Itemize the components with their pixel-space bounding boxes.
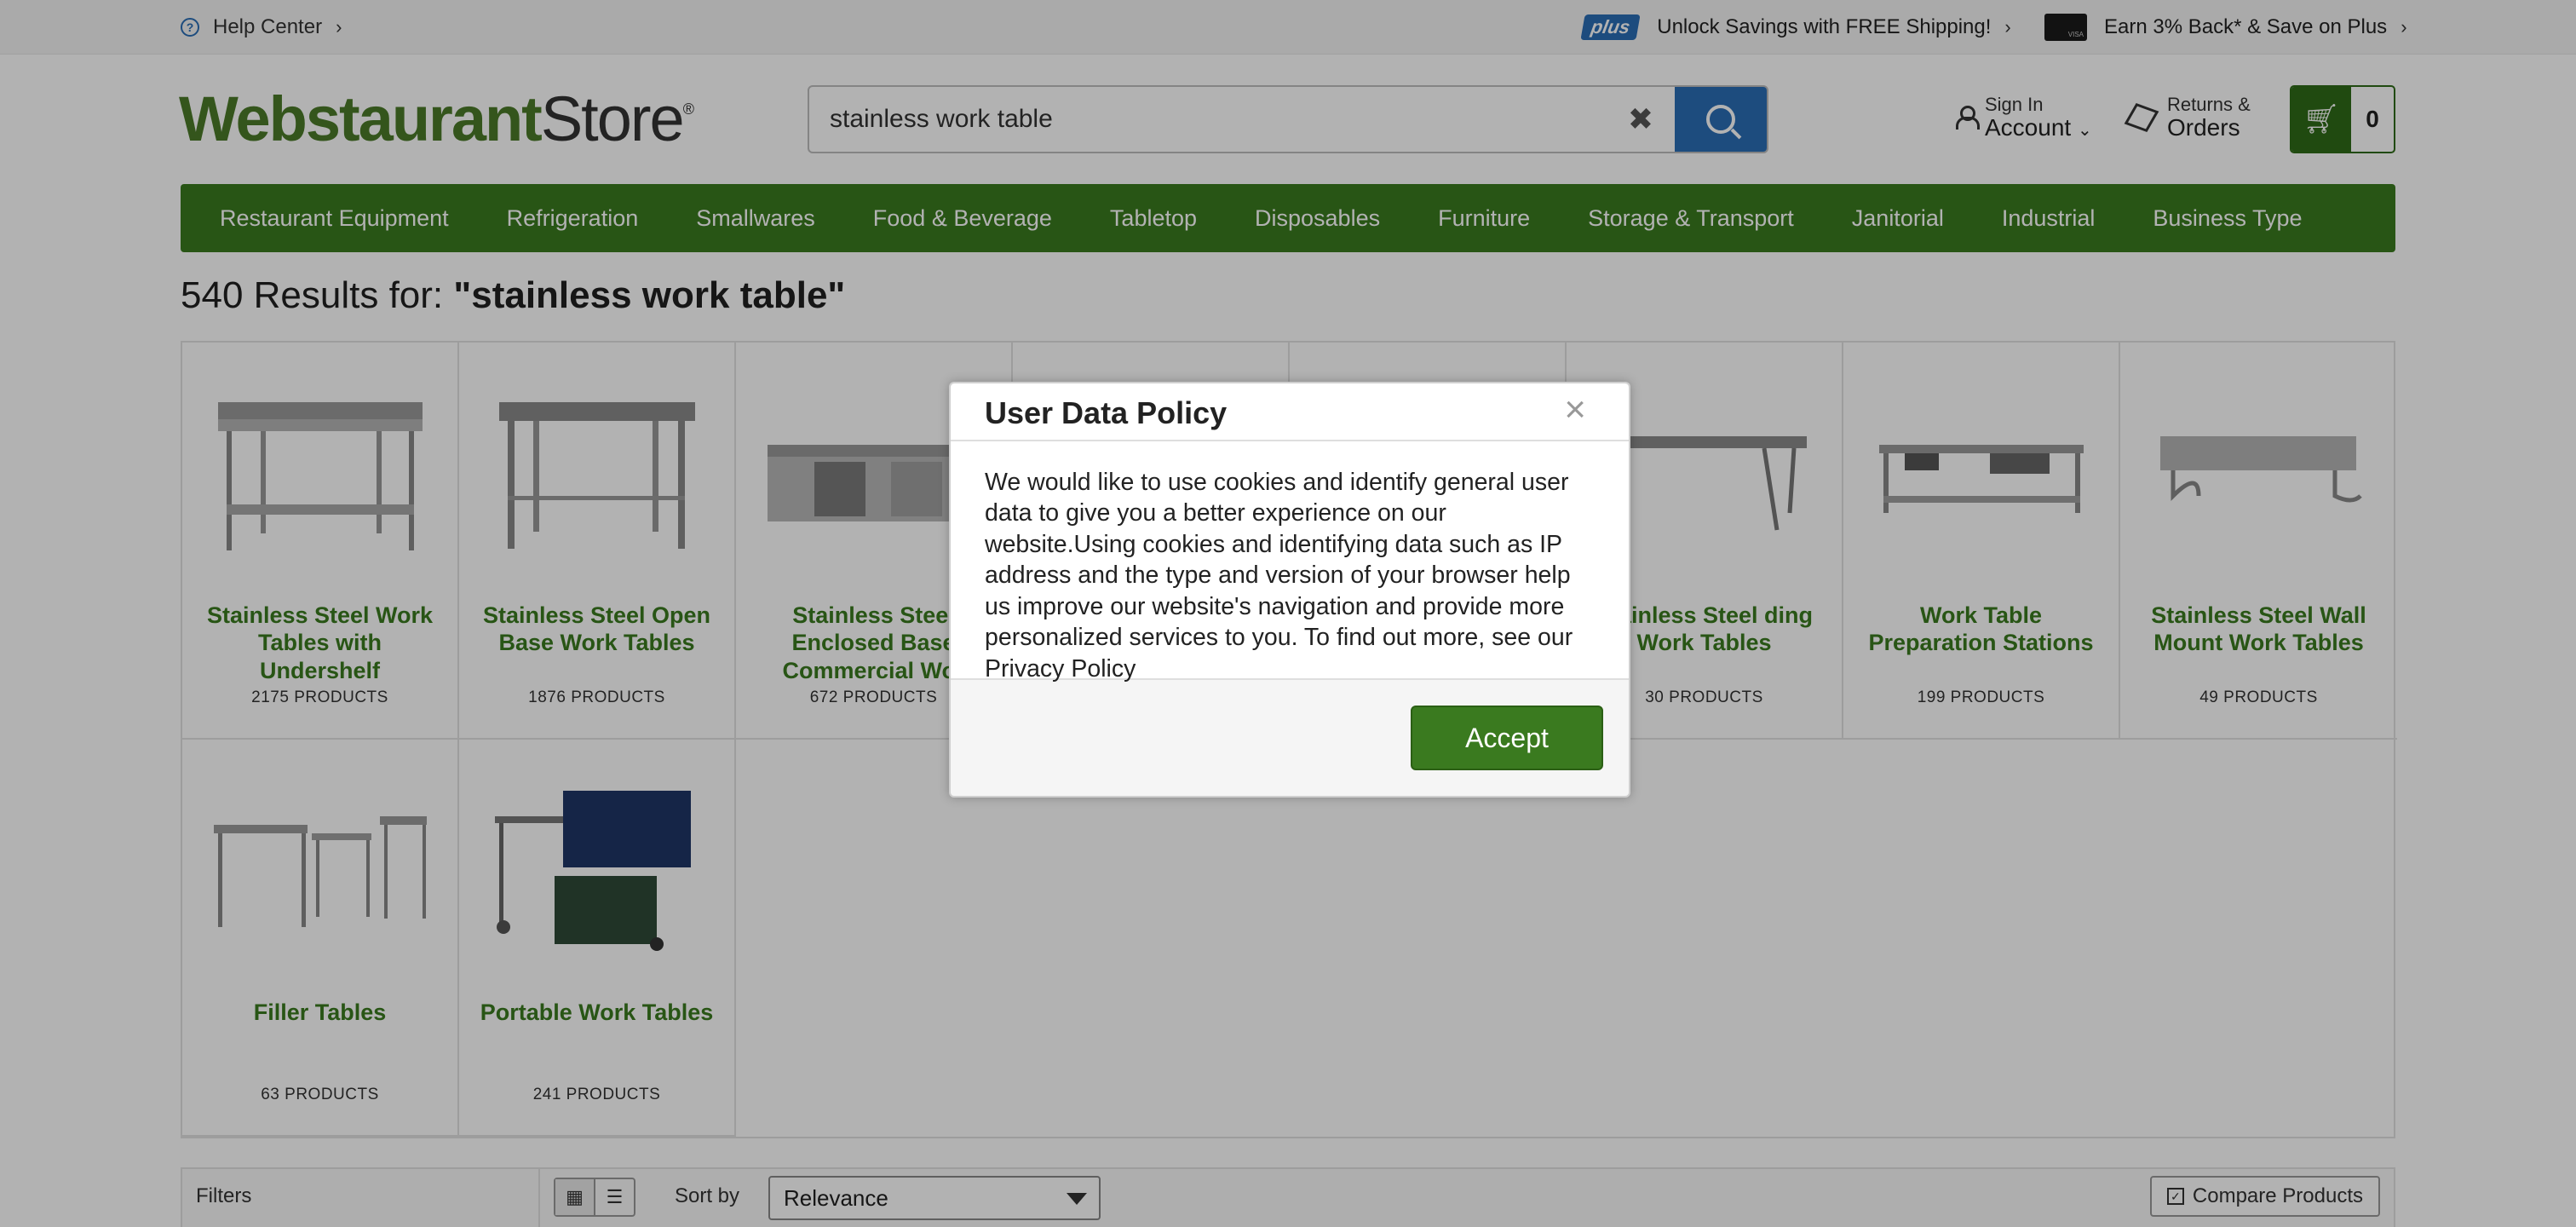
dialog-footer: Accept bbox=[951, 680, 1629, 794]
user-data-policy-dialog: User Data Policy × We would like to use … bbox=[949, 382, 1630, 798]
accept-button[interactable]: Accept bbox=[1411, 706, 1603, 770]
dialog-title: User Data Policy bbox=[985, 395, 1228, 430]
close-icon[interactable]: × bbox=[1564, 389, 1586, 431]
dialog-header: User Data Policy × bbox=[951, 383, 1629, 441]
dialog-body: We would like to use cookies and identif… bbox=[951, 441, 1629, 683]
